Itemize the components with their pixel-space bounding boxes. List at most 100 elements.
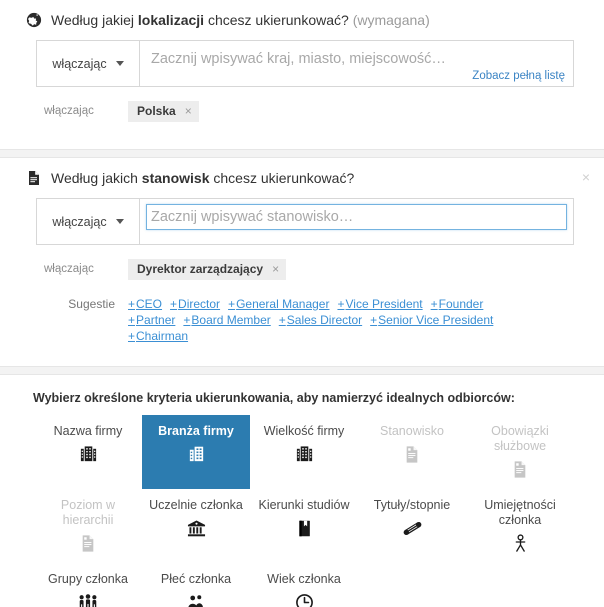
required-note: (wymagana) xyxy=(352,12,430,28)
skills-person-icon xyxy=(510,532,530,554)
suggestion-director[interactable]: +Director xyxy=(170,296,220,312)
job-title-heading-text: Według jakich stanowisk chcesz ukierunko… xyxy=(51,170,355,186)
criteria-tile-grupy-członka[interactable]: Grupy członka xyxy=(34,563,142,607)
location-section: Według jakiej lokalizacji chcesz ukierun… xyxy=(0,0,604,149)
suggestion-general-manager[interactable]: +General Manager xyxy=(228,296,329,312)
clock-icon xyxy=(294,591,314,607)
plus-icon: + xyxy=(128,297,136,311)
suggestion-label: Sales Director xyxy=(286,313,363,327)
criteria-section: Wybierz określone kryteria ukierunkowani… xyxy=(0,391,604,607)
office-building-icon xyxy=(78,443,98,465)
suggestions-row: Sugestie +CEO +Director +General Manager +V… xyxy=(44,296,604,344)
remove-chip-icon[interactable]: × xyxy=(185,104,192,118)
plus-icon: + xyxy=(337,297,345,311)
job-title-input-row: włączając xyxy=(36,198,574,245)
criteria-grid: Nazwa firmy Branża firmy Wielkość firmy Sta… xyxy=(34,415,604,607)
criteria-tile-label: Wielkość firmy xyxy=(263,424,345,438)
criteria-tile-label: Umiejętności członka xyxy=(484,498,556,527)
location-include-dropdown[interactable]: włączając xyxy=(37,41,140,86)
criteria-tile-poziom-w-hierarchii: Poziom w hierarchii xyxy=(34,489,142,563)
criteria-tile-wiek-członka[interactable]: Wiek członka xyxy=(250,563,358,607)
criteria-tile-stanowisko: Stanowisko xyxy=(358,415,466,489)
document-icon xyxy=(78,532,98,554)
criteria-tile-label: Obowiązki służbowe xyxy=(491,424,549,453)
suggestion-partner[interactable]: +Partner xyxy=(128,312,175,328)
suggestion-label: Senior Vice President xyxy=(378,313,494,327)
targeting-page: Według jakiej lokalizacji chcesz ukierun… xyxy=(0,0,604,607)
plus-icon: + xyxy=(128,329,136,343)
job-title-chip[interactable]: Dyrektor zarządzający × xyxy=(128,258,287,280)
job-title-include-dropdown-label: włączając xyxy=(52,214,107,229)
see-full-list-link[interactable]: Zobacz pełną listę xyxy=(472,70,565,82)
company-building-icon xyxy=(186,443,206,465)
suggestion-chairman[interactable]: +Chairman xyxy=(128,328,188,344)
job-title-include-dropdown[interactable]: włączając xyxy=(37,199,140,244)
criteria-tile-label: Płeć członka xyxy=(160,572,232,586)
criteria-tile-label: Grupy członka xyxy=(48,572,128,586)
document-icon xyxy=(26,170,42,186)
location-field-wrap: Zobacz pełną listę xyxy=(140,41,573,86)
suggestion-label: General Manager xyxy=(236,297,330,311)
criteria-tile-label: Branża firmy xyxy=(158,424,234,438)
suggestion-label: Partner xyxy=(136,313,176,327)
criteria-tile-label: Kierunki studiów xyxy=(258,498,350,512)
office-building-icon xyxy=(294,443,314,465)
criteria-tile-uczelnie-członka[interactable]: Uczelnie członka xyxy=(142,489,250,563)
suggestion-label: Director xyxy=(178,297,221,311)
job-title-field-wrap xyxy=(140,199,573,244)
plus-icon: + xyxy=(278,313,286,327)
people-group-icon xyxy=(78,591,98,607)
criteria-tile-label: Poziom w hierarchii xyxy=(60,498,116,527)
criteria-tile-label: Tytuły/stopnie xyxy=(373,498,451,512)
suggestions-label: Sugestie xyxy=(68,297,115,311)
suggestion-label: CEO xyxy=(136,297,163,311)
two-people-icon xyxy=(186,591,206,607)
location-chip[interactable]: Polska × xyxy=(128,100,199,122)
job-title-section: × Według jakich stanowisk chcesz ukierun… xyxy=(0,158,604,366)
location-heading: Według jakiej lokalizacji chcesz ukierun… xyxy=(0,0,604,38)
suggestion-founder[interactable]: +Founder xyxy=(431,296,484,312)
suggestion-label: Founder xyxy=(438,297,484,311)
location-search-input[interactable] xyxy=(146,46,567,72)
location-heading-text: Według jakiej lokalizacji chcesz ukierun… xyxy=(51,12,430,28)
criteria-tile-tytuły-stopnie[interactable]: Tytuły/stopnie xyxy=(358,489,466,563)
suggestion-vice-president[interactable]: +Vice President xyxy=(337,296,422,312)
chevron-down-icon xyxy=(115,219,124,224)
plus-icon: + xyxy=(430,297,438,311)
suggestion-label: Vice President xyxy=(345,297,423,311)
close-icon[interactable]: × xyxy=(578,169,594,185)
plus-icon: + xyxy=(128,313,136,327)
location-include-dropdown-label: włączając xyxy=(52,56,107,71)
criteria-tile-umiejętności-członka[interactable]: Umiejętności członka xyxy=(466,489,574,563)
section-divider-2 xyxy=(0,366,604,375)
section-divider-1 xyxy=(0,149,604,158)
suggestion-senior-vice-president[interactable]: +Senior Vice President xyxy=(370,312,493,328)
criteria-tile-kierunki-studiów[interactable]: Kierunki studiów xyxy=(250,489,358,563)
plus-icon: + xyxy=(183,313,191,327)
job-title-chip-text: Dyrektor zarządzający xyxy=(137,262,264,276)
suggestion-label: Chairman xyxy=(136,329,189,343)
criteria-tile-label: Wiek członka xyxy=(267,572,341,586)
job-title-heading: Według jakich stanowisk chcesz ukierunko… xyxy=(0,158,604,196)
remove-chip-icon[interactable]: × xyxy=(272,262,279,276)
globe-icon xyxy=(26,12,42,28)
plus-icon: + xyxy=(370,313,378,327)
plus-icon: + xyxy=(228,297,236,311)
plus-icon: + xyxy=(170,297,178,311)
suggestion-ceo[interactable]: +CEO xyxy=(128,296,162,312)
job-title-chip-row: włączając Dyrektor zarządzający × xyxy=(44,258,604,280)
suggestion-label: Board Member xyxy=(191,313,271,327)
location-chip-row: włączając Polska × xyxy=(44,100,604,122)
suggestion-sales-director[interactable]: +Sales Director xyxy=(279,312,362,328)
criteria-tile-branża-firmy[interactable]: Branża firmy xyxy=(142,415,250,489)
job-title-search-input[interactable] xyxy=(146,204,567,230)
job-title-chip-label: włączając xyxy=(44,263,94,275)
suggestion-board-member[interactable]: +Board Member xyxy=(183,312,270,328)
location-chip-text: Polska xyxy=(137,104,176,118)
document-icon xyxy=(402,443,422,465)
criteria-tile-wielkość-firmy[interactable]: Wielkość firmy xyxy=(250,415,358,489)
criteria-tile-nazwa-firmy[interactable]: Nazwa firmy xyxy=(34,415,142,489)
location-chip-label: włączając xyxy=(44,105,94,117)
suggestions-list: +CEO +Director +General Manager +Vice Presi… xyxy=(128,296,538,344)
criteria-tile-płeć-członka[interactable]: Płeć członka xyxy=(142,563,250,607)
